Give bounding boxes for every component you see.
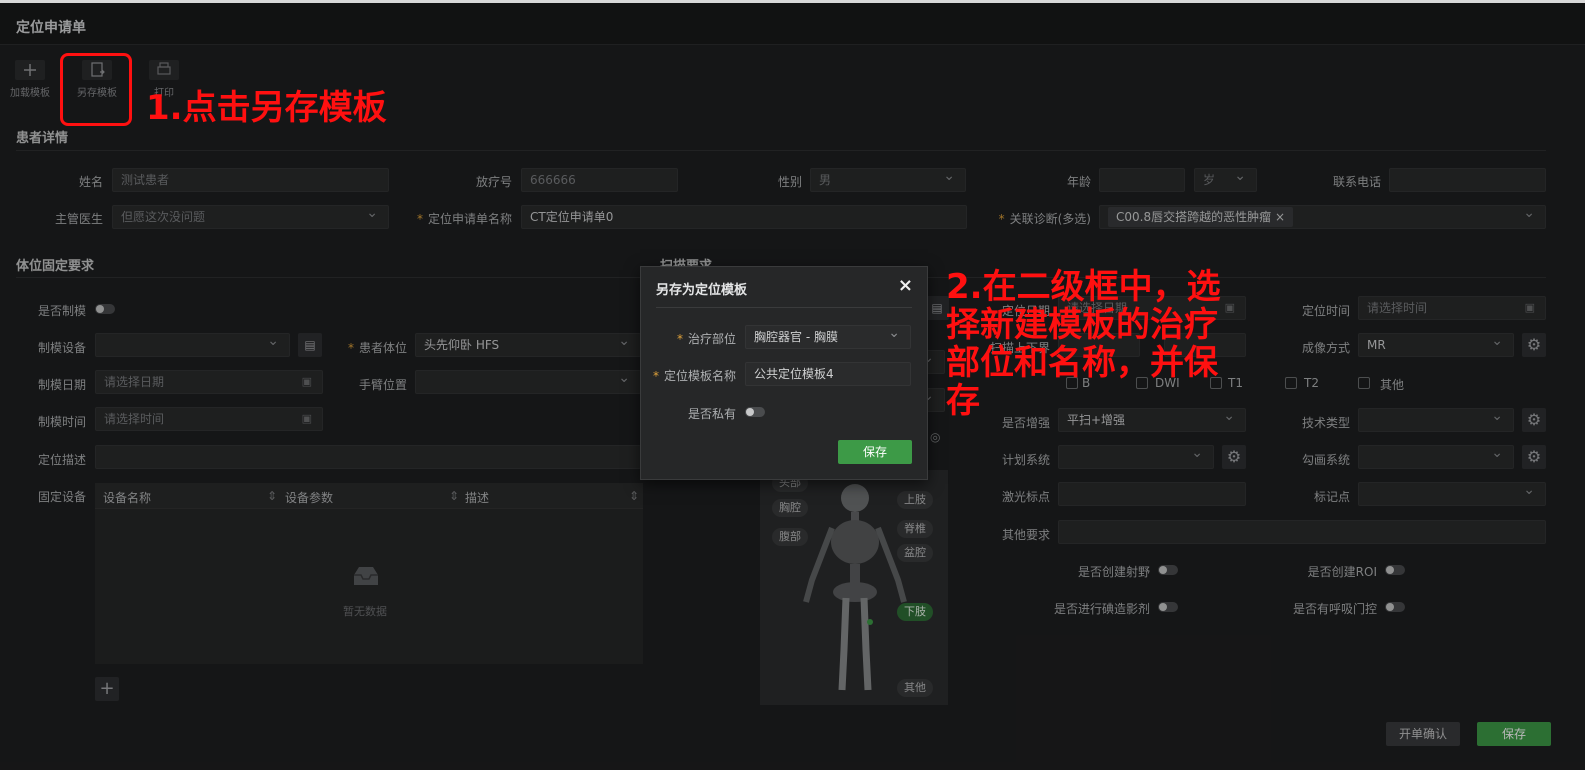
- close-icon[interactable]: ×: [898, 275, 913, 296]
- step2-line2: 择新建模板的治疗: [946, 305, 1218, 345]
- template-name-input[interactable]: 公共定位模板4: [745, 362, 911, 386]
- step2-line3: 部位和名称，并保: [946, 343, 1218, 383]
- step2-line4: 存: [946, 381, 980, 421]
- highlight-box: [60, 53, 132, 126]
- save-template-dialog: 另存为定位模板 × 治疗部位 胸腔器官 - 胸膜 定位模板名称 公共定位模板4 …: [640, 266, 928, 480]
- dialog-divider: [656, 307, 912, 308]
- private-toggle[interactable]: [745, 407, 765, 417]
- treatment-part-select[interactable]: 胸腔器官 - 胸膜: [745, 325, 911, 349]
- step2-line1: 2.在二级框中，选: [946, 267, 1221, 307]
- step2-annotation: 2.在二级框中，选 择新建模板的治疗 部位和名称，并保 存: [946, 268, 1221, 420]
- step1-annotation: 1.点击另存模板: [146, 88, 387, 128]
- dialog-title: 另存为定位模板: [656, 283, 748, 298]
- private-label: 是否私有: [687, 407, 736, 421]
- template-name-label: 定位模板名称: [646, 367, 736, 384]
- dialog-save-button[interactable]: 保存: [838, 440, 912, 464]
- treatment-part-label: 治疗部位: [661, 330, 736, 347]
